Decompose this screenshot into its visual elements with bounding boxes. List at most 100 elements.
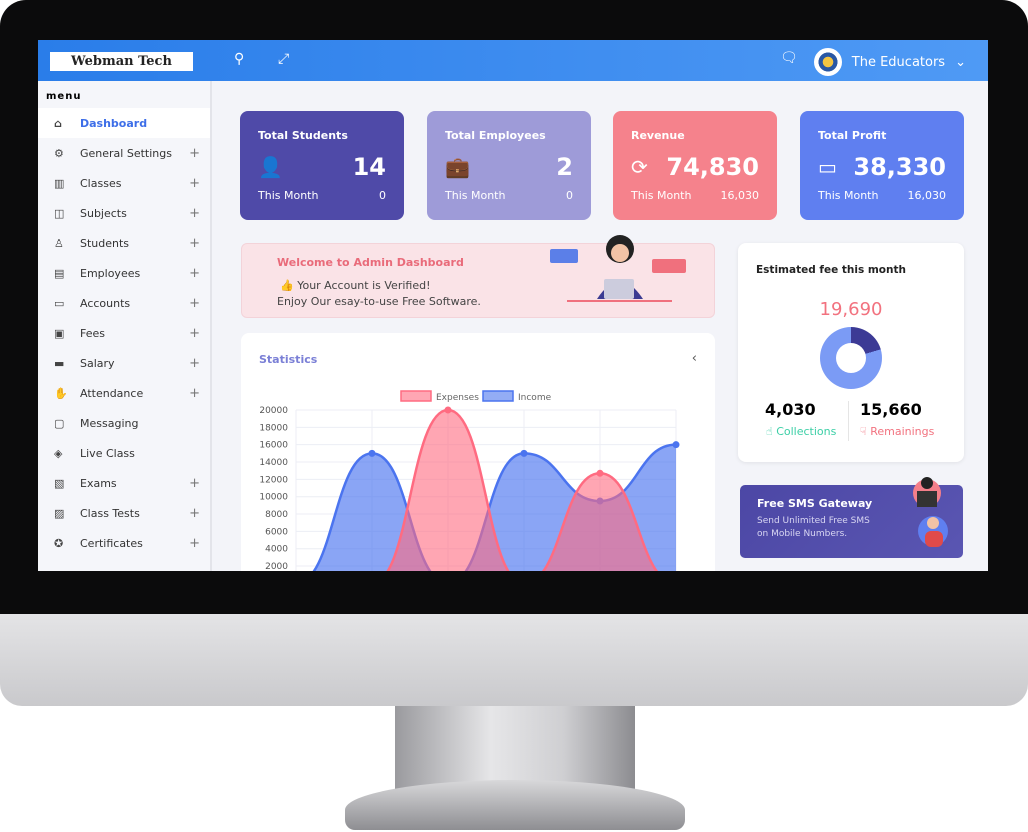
legend-swatch (482, 390, 514, 402)
card-icon: 💼 (445, 155, 470, 179)
plus-icon[interactable]: + (189, 296, 200, 311)
stat-card-total-students[interactable]: Total Students 👤 14 This Month 0 (240, 111, 404, 220)
sidebar-icon: ✪ (54, 536, 64, 550)
collections-label: Collections (776, 425, 837, 438)
card-sub-value: 16,030 (907, 189, 947, 202)
card-period: This Month (818, 189, 879, 202)
plus-icon[interactable]: + (189, 266, 200, 281)
thumbs-up-icon: 👍 (280, 279, 298, 292)
card-value: 2 (556, 153, 573, 181)
plus-icon[interactable]: + (189, 506, 200, 521)
card-sub-value: 0 (566, 189, 573, 202)
sidebar-item-classes[interactable]: ▥ Classes + (38, 168, 210, 198)
menu-title: menu (46, 91, 82, 102)
plus-icon[interactable]: + (189, 356, 200, 371)
sidebar-item-certificates[interactable]: ✪ Certificates + (38, 528, 210, 558)
avatar (813, 48, 842, 76)
plus-icon[interactable]: + (189, 536, 200, 551)
welcome-line1: Your Account is Verified! (297, 279, 431, 292)
plus-icon[interactable]: + (189, 386, 200, 401)
y-tick-label: 20000 (259, 406, 288, 416)
card-period: This Month (631, 189, 692, 202)
y-tick-label: 2000 (265, 562, 288, 571)
plus-icon[interactable]: + (189, 476, 200, 491)
sidebar-icon: ▣ (54, 326, 65, 340)
sidebar-item-label: Dashboard (80, 116, 148, 130)
fee-total: 19,690 (819, 299, 883, 320)
remainings-value: 15,660 (860, 400, 922, 419)
data-point[interactable] (444, 406, 452, 414)
statistics-chart: 2000 4000 6000 8000 10000 12000 14000 16000 1800… (259, 390, 680, 571)
sidebar-item-exams[interactable]: ▧ Exams + (38, 468, 210, 498)
data-point[interactable] (672, 441, 680, 449)
fee-card: Estimated fee this month 19,690 4,030 15… (738, 243, 964, 462)
sidebar-item-subjects[interactable]: ◫ Subjects + (38, 198, 210, 228)
user-menu[interactable]: The Educators ⌄ (813, 48, 966, 76)
collections-value: 4,030 (765, 400, 816, 419)
sidebar-icon: ▤ (54, 266, 65, 280)
monitor-chin (0, 614, 1028, 706)
welcome-banner: Welcome to Admin Dashboard 👍 Your Accoun… (241, 235, 715, 318)
sidebar-item-label: Employees (80, 266, 141, 280)
stat-card-revenue[interactable]: Revenue ⟳ 74,830 This Month 16,030 (613, 111, 777, 220)
plus-icon[interactable]: + (189, 236, 200, 251)
legend-label[interactable]: Income (518, 393, 552, 403)
sidebar-item-label: Classes (80, 176, 122, 190)
sidebar-item-messaging[interactable]: ▢ Messaging (38, 408, 210, 438)
sms-gateway-banner[interactable]: Free SMS Gateway Send Unlimited Free SMS… (740, 477, 963, 558)
sidebar-item-dashboard[interactable]: ⌂ Dashboard (38, 108, 210, 138)
chat-icon[interactable]: 🗨 (780, 50, 798, 66)
y-tick-label: 6000 (265, 527, 288, 537)
divider (848, 401, 849, 441)
plus-icon[interactable]: + (189, 176, 200, 191)
sidebar-item-label: Exams (80, 476, 117, 490)
sidebar: menu ⌂ Dashboard ⚙ General Settings + ▥ Classe… (38, 81, 212, 571)
sidebar-item-class-tests[interactable]: ▨ Class Tests + (38, 498, 210, 528)
plus-icon[interactable]: + (189, 326, 200, 341)
legend-swatch (400, 390, 432, 402)
sidebar-item-label: Fees (80, 326, 105, 340)
sidebar-item-general-settings[interactable]: ⚙ General Settings + (38, 138, 210, 168)
data-point[interactable] (596, 469, 604, 477)
card-sub-value: 16,030 (720, 189, 760, 202)
legend-label[interactable]: Expenses (436, 393, 479, 403)
data-point[interactable] (368, 449, 376, 457)
y-tick-label: 16000 (259, 441, 288, 451)
sidebar-item-fees[interactable]: ▣ Fees + (38, 318, 210, 348)
sidebar-item-label: Students (80, 236, 130, 250)
fullscreen-icon[interactable]: ⤢ (278, 51, 289, 67)
plus-icon[interactable]: + (189, 206, 200, 221)
data-point[interactable] (520, 449, 528, 457)
sidebar-item-label: Attendance (80, 386, 144, 400)
sidebar-item-label: Salary (80, 356, 115, 370)
sidebar-item-label: Messaging (80, 416, 139, 430)
fee-donut-chart (820, 327, 882, 389)
card-period: This Month (445, 189, 506, 202)
card-value: 38,330 (853, 153, 946, 181)
sms-illustration-icon (913, 477, 948, 547)
card-title: Total Profit (818, 129, 887, 142)
search-icon[interactable]: ⚲ (234, 51, 244, 67)
hand-up-icon: ☝ (766, 425, 777, 438)
card-value: 74,830 (666, 153, 759, 181)
sidebar-icon: ⌂ (54, 116, 62, 130)
plus-icon[interactable]: + (189, 146, 200, 161)
sidebar-icon: ▥ (54, 176, 65, 190)
sidebar-item-salary[interactable]: ▬ Salary + (38, 348, 210, 378)
stat-card-total-employees[interactable]: Total Employees 💼 2 This Month 0 (427, 111, 591, 220)
card-title: Total Employees (445, 129, 546, 142)
sidebar-item-employees[interactable]: ▤ Employees + (38, 258, 210, 288)
sidebar-item-live-class[interactable]: ◈ Live Class (38, 438, 210, 468)
sidebar-item-accounts[interactable]: ▭ Accounts + (38, 288, 210, 318)
fee-title: Estimated fee this month (756, 264, 906, 276)
logo[interactable]: Webman Tech (50, 52, 193, 71)
sidebar-item-students[interactable]: ♙ Students + (38, 228, 210, 258)
sidebar-item-label: General Settings (80, 146, 172, 160)
stat-card-total-profit[interactable]: Total Profit ▭ 38,330 This Month 16,030 (800, 111, 964, 220)
welcome-illustration-icon (550, 235, 686, 302)
sidebar-item-label: Live Class (80, 446, 135, 460)
sidebar-item-attendance[interactable]: ✋ Attendance + (38, 378, 210, 408)
monitor-stand (395, 706, 635, 791)
sidebar-icon: ▭ (54, 296, 65, 310)
y-tick-label: 10000 (259, 493, 288, 503)
